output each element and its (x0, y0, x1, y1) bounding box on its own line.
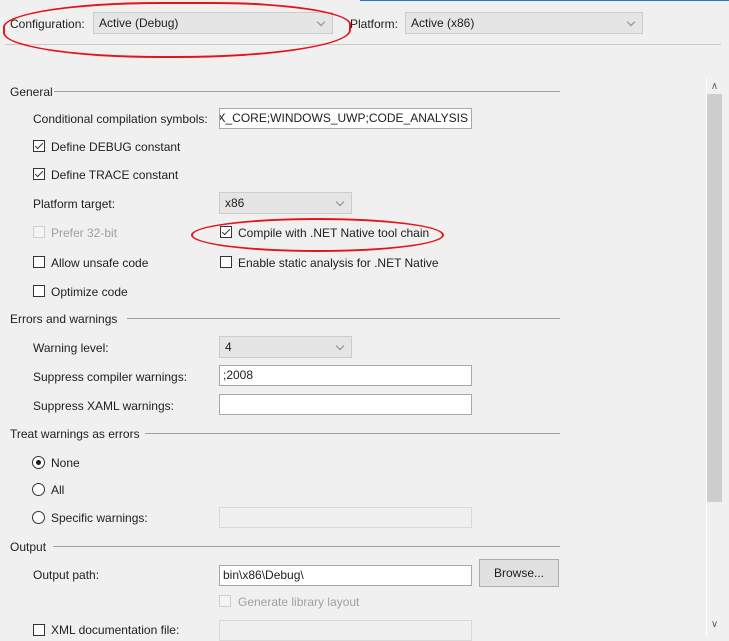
conditional-symbols-input[interactable]: NETFX_CORE;WINDOWS_UWP;CODE_ANALYSIS (219, 108, 472, 129)
scrollbar-thumb[interactable] (707, 94, 722, 502)
optimize-code-label: Optimize code (51, 285, 128, 299)
chevron-up-icon[interactable]: ∧ (707, 79, 722, 95)
suppress-xaml-label: Suppress XAML warnings: (33, 399, 174, 413)
radio-none-label: None (51, 456, 80, 470)
compile-native-label: Compile with .NET Native tool chain (238, 226, 430, 240)
errors-warnings-divider (127, 318, 560, 319)
xml-doc-checkbox[interactable] (33, 624, 45, 636)
conditional-symbols-label: Conditional compilation symbols: (33, 112, 208, 126)
platform-combo[interactable]: Active (x86) (405, 12, 643, 34)
suppress-compiler-label: Suppress compiler warnings: (33, 370, 188, 384)
conditional-symbols-value: NETFX_CORE;WINDOWS_UWP;CODE_ANALYSIS (219, 111, 468, 125)
define-debug-label: Define DEBUG constant (51, 140, 181, 154)
define-trace-checkbox[interactable] (33, 168, 45, 180)
output-path-label: Output path: (33, 568, 100, 582)
generate-library-layout-label: Generate library layout (238, 595, 360, 609)
configuration-value: Active (Debug) (99, 16, 179, 30)
output-path-input[interactable]: bin\x86\Debug\ (219, 565, 472, 586)
allow-unsafe-checkbox[interactable] (33, 256, 45, 268)
radio-specific-label: Specific warnings: (51, 511, 148, 525)
radio-all-label: All (51, 483, 65, 497)
configuration-combo[interactable]: Active (Debug) (93, 12, 333, 34)
platform-label: Platform: (350, 17, 399, 31)
platform-target-label: Platform target: (33, 197, 116, 211)
static-analysis-checkbox[interactable] (220, 256, 232, 268)
platform-value: Active (x86) (411, 16, 475, 30)
radio-none[interactable] (32, 456, 45, 469)
radio-all[interactable] (32, 483, 45, 496)
platform-target-combo[interactable]: x86 (219, 192, 352, 214)
suppress-compiler-input[interactable]: ;2008 (219, 365, 472, 386)
toolbar-divider (5, 44, 721, 45)
treat-warnings-section-title: Treat warnings as errors (10, 427, 140, 441)
output-divider (53, 546, 560, 547)
treat-warnings-divider (145, 433, 560, 434)
prefer-32bit-label: Prefer 32-bit (51, 226, 118, 240)
static-analysis-label: Enable static analysis for .NET Native (238, 256, 439, 270)
configuration-label: Configuration: (10, 17, 85, 31)
radio-specific[interactable] (32, 511, 45, 524)
compile-native-checkbox[interactable] (220, 226, 232, 238)
prefer-32bit-checkbox[interactable] (33, 226, 45, 238)
optimize-code-checkbox[interactable] (33, 285, 45, 297)
generate-library-layout-checkbox[interactable] (219, 595, 231, 607)
general-divider (54, 91, 560, 92)
xml-doc-label: XML documentation file: (51, 623, 180, 637)
window-accent-line (360, 0, 729, 1)
output-section-title: Output (10, 540, 47, 554)
chevron-down-icon (626, 17, 636, 27)
platform-target-value: x86 (225, 196, 245, 210)
define-trace-label: Define TRACE constant (51, 168, 179, 182)
chevron-down-icon[interactable]: ∨ (707, 617, 722, 633)
suppress-xaml-input[interactable] (219, 394, 472, 415)
chevron-down-icon (335, 197, 345, 207)
warning-level-label: Warning level: (33, 341, 109, 355)
browse-button[interactable]: Browse... (479, 559, 559, 587)
warning-level-value: 4 (225, 340, 232, 354)
general-section-title: General (10, 85, 53, 99)
allow-unsafe-label: Allow unsafe code (51, 256, 149, 270)
specific-warnings-input[interactable] (219, 507, 472, 528)
warning-level-combo[interactable]: 4 (219, 336, 352, 358)
chevron-down-icon (335, 341, 345, 351)
errors-warnings-section-title: Errors and warnings (10, 312, 118, 326)
define-debug-checkbox[interactable] (33, 140, 45, 152)
chevron-down-icon (316, 17, 326, 27)
